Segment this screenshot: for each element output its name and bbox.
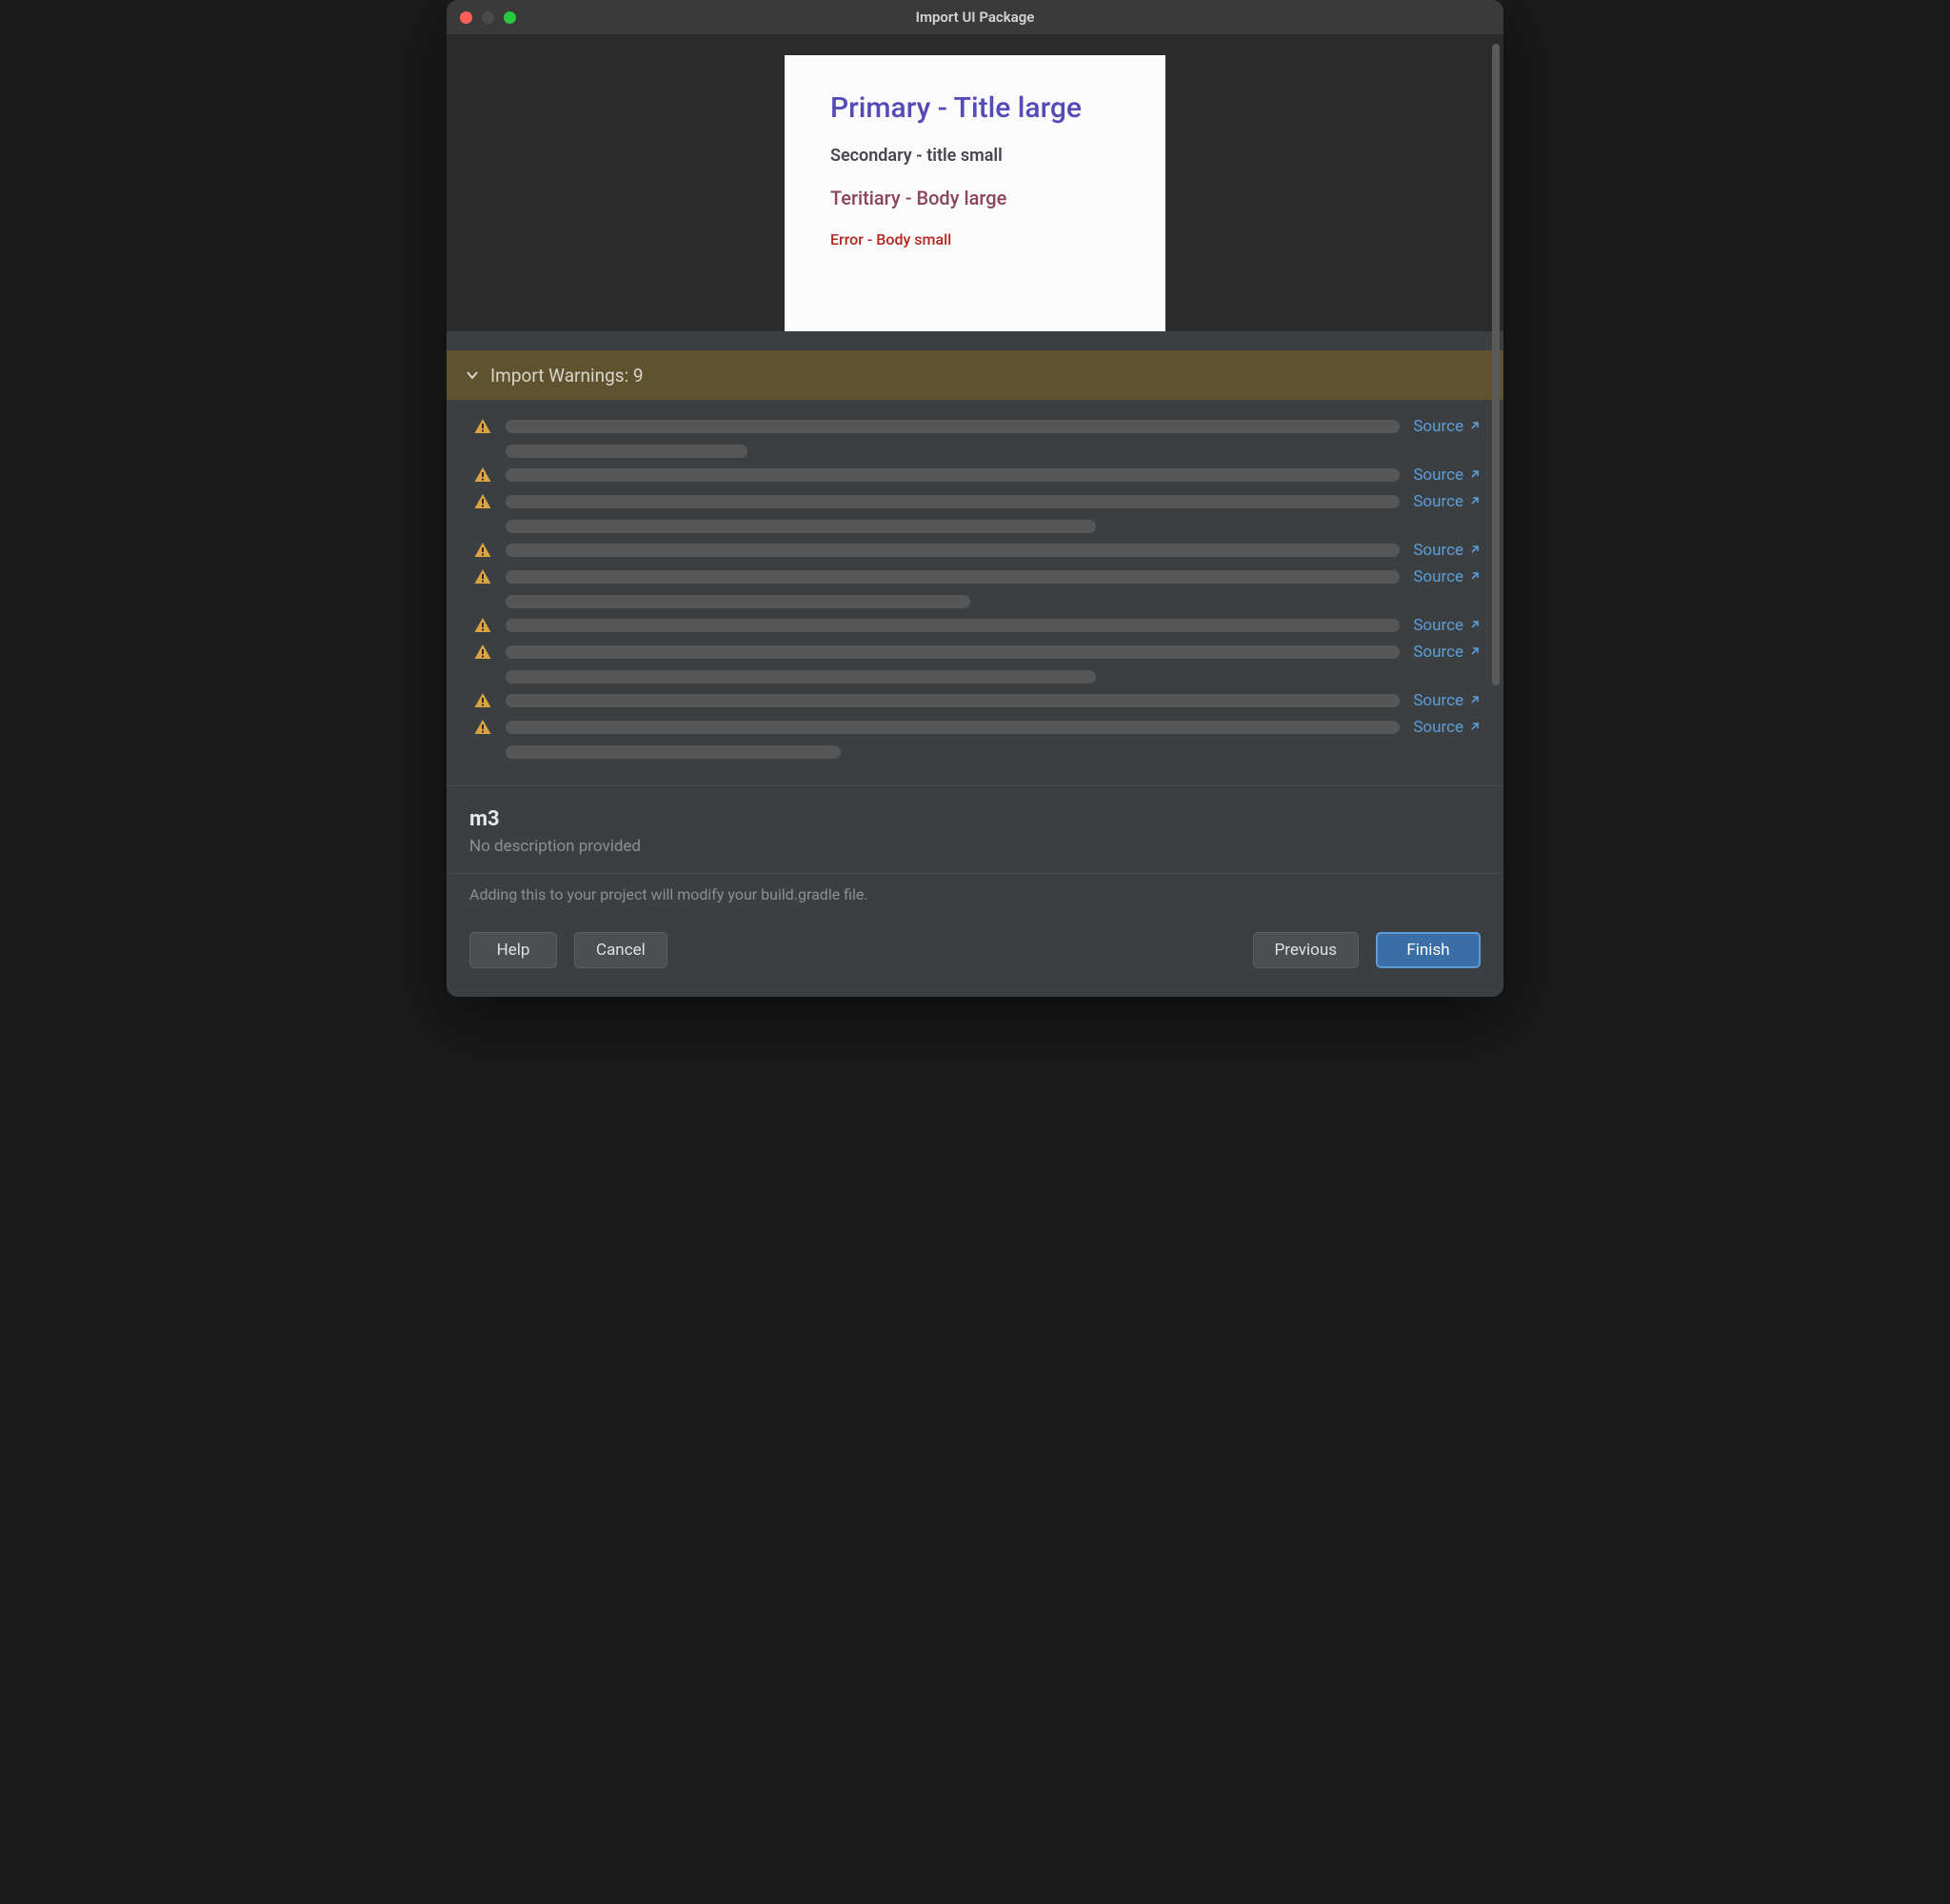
minimize-window-icon [482,11,494,24]
warning-icon [473,417,492,436]
warning-row: Source [473,492,1481,533]
warning-message [506,417,1400,458]
warning-icon [473,541,492,560]
redacted-text [506,544,1400,557]
import-warnings-header[interactable]: Import Warnings: 9 [447,350,1503,400]
warning-message [506,541,1400,557]
import-warnings-label: Import Warnings: 9 [490,365,644,387]
warning-source-link[interactable]: Source [1413,417,1481,436]
window-controls [460,11,516,24]
warning-message [506,616,1400,632]
warning-icon [473,616,492,635]
warning-message [506,567,1400,608]
import-ui-package-dialog: Import UI Package Primary - Title large … [447,0,1503,997]
source-link-label: Source [1413,417,1463,436]
external-link-icon [1469,466,1481,484]
warning-row: Source [473,417,1481,458]
external-link-icon [1469,568,1481,585]
source-link-label: Source [1413,643,1463,662]
warning-source-link[interactable]: Source [1413,643,1481,662]
preview-card: Primary - Title large Secondary - title … [785,55,1165,331]
external-link-icon [1469,692,1481,709]
zoom-window-icon[interactable] [504,11,516,24]
package-description: No description provided [469,837,1481,856]
warning-row: Source [473,567,1481,608]
titlebar: Import UI Package [447,0,1503,34]
redacted-text [506,445,747,458]
preview-body-small: Error - Body small [830,230,1120,248]
footer-note: Adding this to your project will modify … [469,885,1481,903]
redacted-text [506,670,1096,684]
redacted-text [506,495,1400,508]
warning-source-link[interactable]: Source [1413,541,1481,560]
preview-title-small: Secondary - title small [830,146,1120,166]
window-title: Import UI Package [447,9,1503,26]
external-link-icon [1469,644,1481,661]
warning-icon [473,567,492,586]
warning-row: Source [473,466,1481,485]
chevron-down-icon [466,368,479,382]
warning-icon [473,643,492,662]
external-link-icon [1469,719,1481,736]
help-button[interactable]: Help [469,932,557,968]
source-link-label: Source [1413,492,1463,511]
redacted-text [506,745,841,759]
warning-icon [473,466,492,485]
package-info: m3 No description provided [447,786,1503,873]
external-link-icon [1469,418,1481,435]
preview-body-large: Teritiary - Body large [830,187,1120,209]
source-link-label: Source [1413,718,1463,737]
warning-source-link[interactable]: Source [1413,718,1481,737]
warning-row: Source [473,643,1481,684]
cancel-button[interactable]: Cancel [574,932,667,968]
warning-source-link[interactable]: Source [1413,691,1481,710]
warning-source-link[interactable]: Source [1413,567,1481,586]
scrollbar[interactable] [1492,44,1500,987]
warning-source-link[interactable]: Source [1413,616,1481,635]
warning-row: Source [473,616,1481,635]
warning-icon [473,718,492,737]
warning-row: Source [473,541,1481,560]
source-link-label: Source [1413,466,1463,485]
warning-row: Source [473,691,1481,710]
warning-message [506,466,1400,482]
external-link-icon [1469,542,1481,559]
redacted-text [506,595,970,608]
external-link-icon [1469,493,1481,510]
redacted-text [506,420,1400,433]
redacted-text [506,645,1400,659]
redacted-text [506,721,1400,734]
preview-region: Primary - Title large Secondary - title … [447,34,1503,331]
warning-message [506,492,1400,533]
warning-row: Source [473,718,1481,759]
finish-button[interactable]: Finish [1376,932,1481,968]
warning-message [506,691,1400,707]
external-link-icon [1469,617,1481,634]
warning-icon [473,492,492,511]
warning-source-link[interactable]: Source [1413,492,1481,511]
dialog-body: Primary - Title large Secondary - title … [447,34,1503,997]
warnings-list: Source Source Source Source Source Source Sour… [447,400,1503,768]
redacted-text [506,520,1096,533]
source-link-label: Source [1413,567,1463,586]
warning-icon [473,691,492,710]
dialog-footer: Adding this to your project will modify … [447,873,1503,997]
source-link-label: Source [1413,616,1463,635]
warning-message [506,718,1400,759]
redacted-text [506,619,1400,632]
redacted-text [506,468,1400,482]
redacted-text [506,694,1400,707]
warning-source-link[interactable]: Source [1413,466,1481,485]
close-window-icon[interactable] [460,11,472,24]
previous-button[interactable]: Previous [1253,932,1359,968]
package-name: m3 [469,807,1481,831]
redacted-text [506,570,1400,584]
source-link-label: Source [1413,691,1463,710]
footer-buttons: Help Cancel Previous Finish [469,932,1481,968]
preview-title-large: Primary - Title large [830,91,1120,125]
warning-message [506,643,1400,684]
scrollbar-thumb[interactable] [1492,44,1500,685]
source-link-label: Source [1413,541,1463,560]
